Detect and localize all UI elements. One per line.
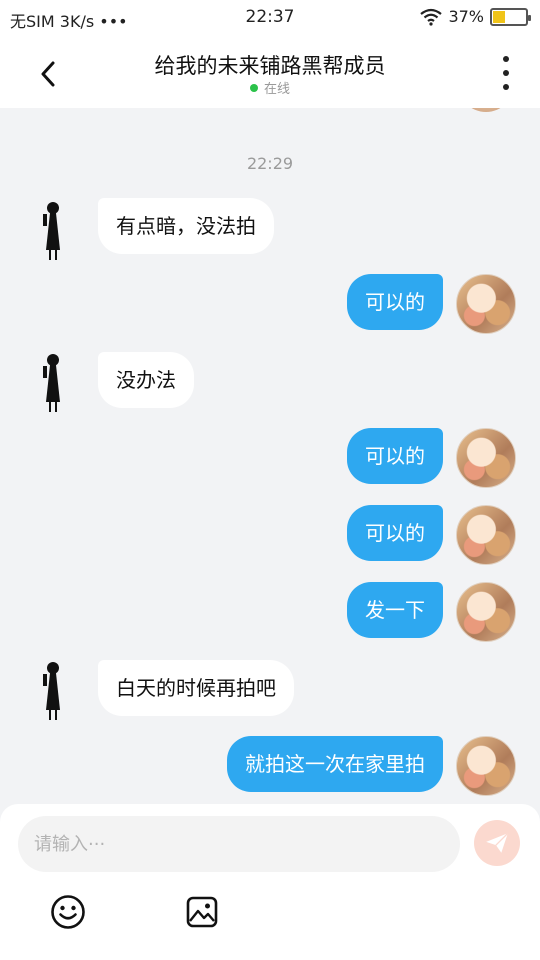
avatar-self[interactable] bbox=[456, 736, 516, 796]
online-status: 在线 bbox=[0, 78, 540, 97]
message-bubble-outgoing[interactable]: 可以的 bbox=[347, 428, 443, 484]
message-input[interactable] bbox=[18, 816, 460, 872]
message-bubble-outgoing[interactable]: 就拍这一次在家里拍 bbox=[227, 736, 443, 792]
more-vertical-icon bbox=[503, 56, 509, 62]
online-status-text: 在线 bbox=[263, 82, 290, 97]
send-icon bbox=[486, 832, 509, 853]
message-bubble-incoming[interactable]: 没办法 bbox=[98, 352, 194, 408]
message-list[interactable]: 22:29 有点暗，没法拍 可以的 没办法 可以的 可以的 发一下 白天的时候再… bbox=[0, 108, 540, 804]
avatar-self[interactable] bbox=[456, 428, 516, 488]
send-button[interactable] bbox=[474, 820, 520, 866]
battery-icon bbox=[490, 7, 531, 26]
image-icon bbox=[186, 896, 218, 928]
message-bubble-incoming[interactable]: 白天的时候再拍吧 bbox=[98, 660, 294, 716]
chat-title: 给我的未来铺路黑帮成员 bbox=[154, 54, 386, 78]
chat-header: 给我的未来铺路黑帮成员 在线 bbox=[0, 36, 540, 108]
message-timestamp: 22:29 bbox=[246, 154, 294, 173]
wifi-icon bbox=[420, 8, 443, 26]
message-bubble-outgoing[interactable]: 发一下 bbox=[347, 582, 443, 638]
battery-percent: 37% bbox=[448, 7, 484, 26]
message-bubble-outgoing[interactable]: 可以的 bbox=[347, 505, 443, 561]
avatar-self[interactable] bbox=[456, 274, 516, 334]
message-bubble-incoming[interactable]: 有点暗，没法拍 bbox=[98, 198, 274, 254]
emoji-icon bbox=[51, 895, 85, 929]
avatar-contact[interactable] bbox=[38, 660, 68, 722]
avatar-self[interactable] bbox=[456, 582, 516, 642]
avatar-contact[interactable] bbox=[38, 352, 68, 414]
avatar-self[interactable] bbox=[456, 505, 516, 565]
online-dot bbox=[249, 84, 258, 92]
more-options-button[interactable] bbox=[496, 56, 516, 90]
emoji-button[interactable] bbox=[50, 894, 86, 930]
avatar-self[interactable] bbox=[458, 108, 514, 112]
composer bbox=[0, 804, 540, 960]
image-button[interactable] bbox=[186, 896, 218, 928]
message-bubble-outgoing[interactable]: 可以的 bbox=[347, 274, 443, 330]
status-bar: 无SIM 3K/s ••• 22:37 37% bbox=[0, 0, 540, 36]
status-icons: 37% bbox=[420, 7, 531, 26]
battery-level bbox=[493, 10, 505, 23]
avatar-contact[interactable] bbox=[38, 200, 68, 262]
